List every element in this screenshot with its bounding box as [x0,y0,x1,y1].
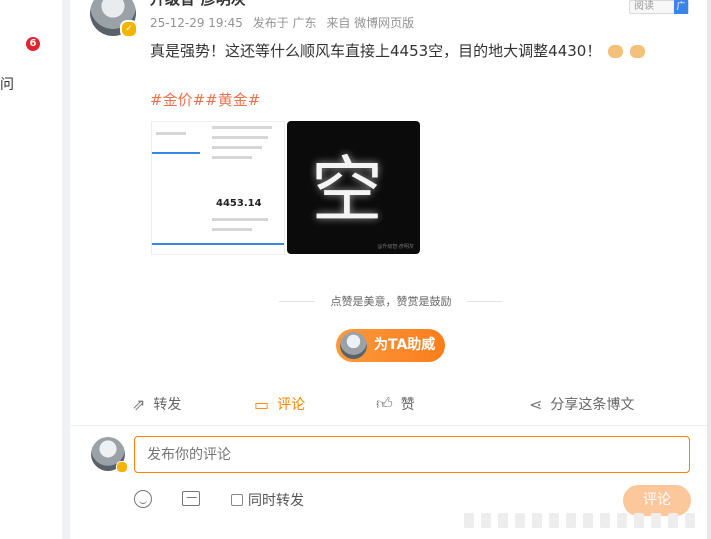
comment-label: 评论 [277,397,306,413]
placeholder-block [464,512,474,528]
share-button[interactable]: ⋖ 分享这条博文 [529,394,634,414]
comment-icon: ▭ [254,394,270,414]
scroll-placeholder [464,510,700,530]
share-icon: ⋖ [529,394,543,414]
chart-row [212,218,268,221]
comment-input[interactable] [134,436,690,473]
left-sidebar: 6 问 [0,0,62,539]
flex-arm-icon [608,45,624,58]
like-label: 赞 [400,397,415,413]
repost-checkbox[interactable]: 同时转发 [231,490,304,510]
chart-line [152,152,200,154]
comment-button[interactable]: ▭ 评论 [254,394,305,414]
repost-checkbox-label: 同时转发 [248,493,304,509]
placeholder-block [498,512,508,528]
comment-tools: 同时转发 [134,487,354,513]
sidebar-label[interactable]: 问 [0,74,14,94]
placeholder-block [600,512,610,528]
image-price: 4453.14 [216,198,262,209]
placeholder-block [583,512,593,528]
placeholder-block [566,512,576,528]
like-button[interactable]: 👍︎ 赞 [376,394,415,414]
placeholder-block [651,512,661,528]
placeholder-block [617,512,627,528]
placeholder-block [515,512,525,528]
chart-row [212,228,252,231]
chart-row [212,136,268,139]
support-button[interactable]: 为TA助威 [336,329,445,362]
repost-icon: ⇗ [132,394,146,414]
chart-row [156,132,186,135]
image-watermark: @升级智·彦明灰 [377,244,414,250]
placeholder-block [532,512,542,528]
hashtag-links[interactable]: #金价##黄金# [150,89,260,110]
chart-screenshot-image[interactable]: 4453.14 [151,121,285,255]
chart-line [152,243,284,245]
post-text: 真是强势！这还等什么顺风车直接上4453空，目的地大调整4430！ [150,40,645,61]
placeholder-block [685,512,695,528]
post-location: 发布于 广东 [252,16,317,30]
read-button[interactable]: 阅读 广 [629,0,689,14]
short-glyph: 空 [311,148,384,232]
post-source: 来自 微博网页版 [326,16,415,30]
author-avatar[interactable]: ✓ [90,0,138,38]
reward-slogan: 点赞是美意，赞赏是鼓励 [279,293,503,309]
repost-button[interactable]: ⇗ 转发 [132,394,181,414]
verified-icon: ✓ [120,20,138,38]
chart-row [212,146,262,149]
emoji-icon[interactable] [134,490,152,508]
post-body: 真是强势！这还等什么顺风车直接上4453空，目的地大调整4430！ [150,42,602,60]
divider [70,425,711,426]
scrollbar[interactable] [707,0,711,539]
support-label: 为TA助威 [374,337,436,353]
placeholder-block [549,512,559,528]
repost-label: 转发 [153,397,182,413]
notification-badge: 6 [26,37,40,51]
chart-row [212,156,252,159]
read-label: 阅读 [634,1,654,12]
placeholder-block [634,512,644,528]
placeholder-block [481,512,491,528]
short-glyph-image[interactable]: 空 @升级智·彦明灰 [287,121,420,254]
ad-marker: 广 [674,0,688,14]
placeholder-block [668,512,678,528]
flex-arm-icon [629,45,645,58]
action-bar: ⇗ 转发 ▭ 评论 👍︎ 赞 ⋖ 分享这条博文 [70,394,711,418]
my-avatar [91,437,128,473]
author-name[interactable]: 升级智·彦明灰 [150,0,246,9]
image-icon[interactable] [182,491,200,506]
checkbox-box[interactable] [231,494,243,506]
author-avatar-small [340,332,367,359]
weibo-post-card: ✓ 升级智·彦明灰 25-12-29 19:45 发布于 广东 来自 微博网页版… [70,0,711,539]
thumbs-up-icon: 👍︎ [376,394,393,413]
share-label: 分享这条博文 [550,397,635,413]
verified-icon [116,461,128,473]
chart-row [212,126,272,129]
post-meta: 25-12-29 19:45 发布于 广东 来自 微博网页版 [150,14,420,31]
post-time[interactable]: 25-12-29 19:45 [150,16,243,30]
